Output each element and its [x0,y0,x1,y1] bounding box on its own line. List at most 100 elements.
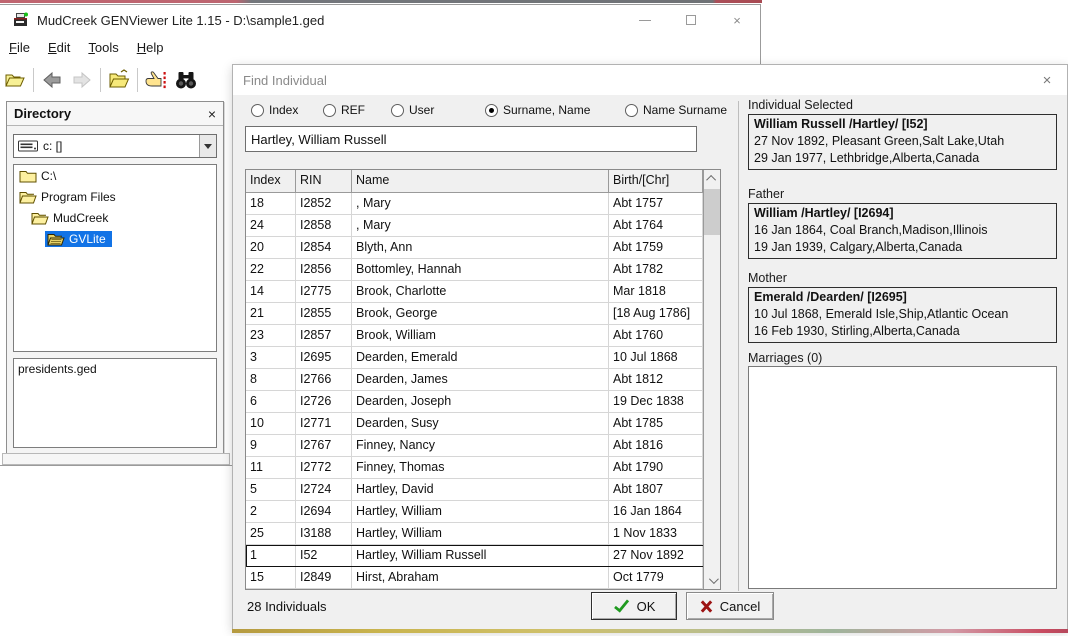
scroll-down-icon[interactable] [704,572,720,589]
table-row[interactable]: 25I3188Hartley, William1 Nov 1833 [246,523,720,545]
table-cell: Dearden, Joseph [352,391,609,413]
drive-selector-value: c: [] [43,139,199,153]
goto-individual-icon[interactable] [141,65,171,95]
table-cell: 9 [246,435,296,457]
table-cell: 27 Nov 1892 [609,545,703,567]
table-cell: Brook, George [352,303,609,325]
radio-surname-name[interactable]: Surname, Name [485,103,590,117]
table-row[interactable]: 14I2775Brook, CharlotteMar 1818 [246,281,720,303]
table-cell: Finney, Thomas [352,457,609,479]
maximize-icon[interactable] [668,5,714,35]
table-cell: Hartley, William Russell [352,545,609,567]
column-header-name[interactable]: Name [352,170,609,193]
table-row[interactable]: 3I2695Dearden, Emerald10 Jul 1868 [246,347,720,369]
table-cell: 18 [246,193,296,215]
menu-tools[interactable]: Tools [79,37,127,58]
table-row[interactable]: 9I2767Finney, NancyAbt 1816 [246,435,720,457]
radio-name-surname[interactable]: Name Surname [625,103,727,117]
table-scrollbar[interactable] [703,170,720,589]
table-row[interactable]: 10I2771Dearden, SusyAbt 1785 [246,413,720,435]
table-cell: 16 Jan 1864 [609,501,703,523]
menu-edit[interactable]: Edit [39,37,79,58]
results-table-body: 18I2852, MaryAbt 175724I2858, MaryAbt 17… [246,193,720,589]
table-cell: 20 [246,237,296,259]
table-cell: I2857 [296,325,352,347]
table-row[interactable]: 2I2694Hartley, William16 Jan 1864 [246,501,720,523]
table-row[interactable]: 21I2855Brook, George[18 Aug 1786] [246,303,720,325]
table-row[interactable]: 11I2772Finney, ThomasAbt 1790 [246,457,720,479]
menu-help[interactable]: Help [128,37,173,58]
drive-dropdown-button[interactable] [199,135,216,157]
radio-ref[interactable]: REF [323,103,365,117]
table-cell: I2694 [296,501,352,523]
radio-user[interactable]: User [391,103,434,117]
table-row[interactable]: 1I52Hartley, William Russell27 Nov 1892 [246,545,720,567]
table-cell: I2852 [296,193,352,215]
cancel-button[interactable]: Cancel [686,592,774,620]
scroll-up-icon[interactable] [704,170,720,187]
check-icon [613,599,630,613]
toolbar-separator [33,68,34,92]
open-file-icon[interactable] [0,65,30,95]
screenshot-root: MudCreek GENViewer Lite 1.15 - D:\sample… [0,0,1068,636]
tree-item-c-drive[interactable]: C:\ [14,165,216,186]
table-row[interactable]: 22I2856Bottomley, HannahAbt 1782 [246,259,720,281]
mother-name: Emerald /Dearden/ [I2695] [754,289,1051,306]
directory-panel-title: Directory [14,106,201,121]
column-header-rin[interactable]: RIN [296,170,352,193]
dialog-title: Find Individual [243,73,1027,88]
directory-close-icon[interactable]: × [201,106,223,122]
menu-file[interactable]: File [0,37,39,58]
table-cell: Brook, William [352,325,609,347]
window-controls: × [622,5,760,35]
toolbar-separator [137,68,138,92]
tree-item-gvlite[interactable]: GVLite [14,228,216,249]
column-header-index[interactable]: Index [246,170,296,193]
search-input[interactable] [245,126,697,152]
table-row[interactable]: 18I2852, MaryAbt 1757 [246,193,720,215]
table-row[interactable]: 6I2726Dearden, Joseph19 Dec 1838 [246,391,720,413]
open-folder-icon[interactable] [104,65,134,95]
table-cell: I52 [296,545,352,567]
table-cell: I2767 [296,435,352,457]
table-row[interactable]: 20I2854Blyth, AnnAbt 1759 [246,237,720,259]
back-icon[interactable] [37,65,67,95]
radio-circle [323,104,336,117]
table-row[interactable]: 24I2858, MaryAbt 1764 [246,215,720,237]
table-row[interactable]: 15I2849Hirst, AbrahamOct 1779 [246,567,720,589]
ok-button[interactable]: OK [591,592,677,620]
father-label: Father [748,187,784,201]
forward-icon[interactable] [67,65,97,95]
file-item[interactable]: presidents.ged [14,359,216,376]
panel-divider [738,101,739,591]
toolbar [0,59,201,101]
table-cell: I2772 [296,457,352,479]
tree-item-mudcreek[interactable]: MudCreek [14,207,216,228]
column-header-birth[interactable]: Birth/[Chr] [609,170,703,193]
table-cell: Hartley, William [352,501,609,523]
table-cell: 6 [246,391,296,413]
x-icon [700,600,713,613]
table-cell: Abt 1785 [609,413,703,435]
drive-selector[interactable]: c: [] [13,134,217,158]
window-title: MudCreek GENViewer Lite 1.15 - D:\sample… [37,13,324,28]
directory-tree: C:\ Program Files MudCreek GVLite [13,164,217,352]
table-cell: Brook, Charlotte [352,281,609,303]
chevron-down-icon [204,144,212,149]
menubar: File Edit Tools Help [0,35,172,59]
table-row[interactable]: 8I2766Dearden, JamesAbt 1812 [246,369,720,391]
scrollbar-thumb[interactable] [704,189,720,235]
tree-item-program-files[interactable]: Program Files [14,186,216,207]
find-icon[interactable] [171,65,201,95]
table-row[interactable]: 23I2857Brook, WilliamAbt 1760 [246,325,720,347]
minimize-icon[interactable] [622,5,668,35]
radio-index[interactable]: Index [251,103,298,117]
table-cell: I2858 [296,215,352,237]
folder-icon [31,211,49,225]
table-cell: Finney, Nancy [352,435,609,457]
table-cell: 21 [246,303,296,325]
main-statusbar [2,453,230,465]
dialog-close-icon[interactable]: × [1027,72,1067,89]
table-row[interactable]: 5I2724Hartley, DavidAbt 1807 [246,479,720,501]
close-icon[interactable]: × [714,5,760,35]
